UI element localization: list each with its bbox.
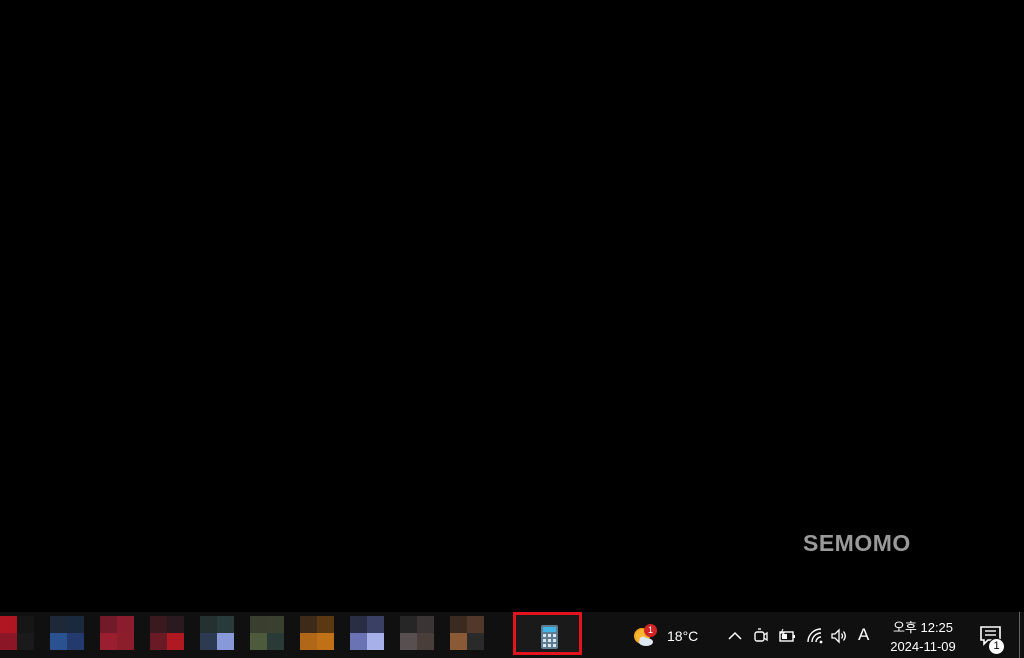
mosaic-block xyxy=(0,616,17,633)
mosaic-block xyxy=(0,633,17,650)
chevron-up-icon[interactable] xyxy=(726,627,744,645)
clock-time: 오후 12:25 xyxy=(892,620,954,635)
desktop: SEMOMO xyxy=(0,0,1024,612)
mosaic-block xyxy=(200,633,217,650)
mosaic-block xyxy=(167,633,184,650)
mosaic-block xyxy=(167,616,184,633)
mosaic-block xyxy=(250,616,267,633)
clock-date: 2024-11-09 xyxy=(890,639,956,654)
taskbar-app-7[interactable] xyxy=(300,614,334,656)
taskbar-app-9[interactable] xyxy=(400,614,434,656)
battery-icon[interactable] xyxy=(778,627,796,645)
mosaic-block xyxy=(400,633,417,650)
mosaic-block xyxy=(17,633,34,650)
taskbar-app-10[interactable] xyxy=(450,614,484,656)
mosaic-block xyxy=(67,616,84,633)
mosaic-block xyxy=(267,616,284,633)
mosaic-block xyxy=(67,633,84,650)
mosaic-block xyxy=(200,616,217,633)
taskbar-app-1[interactable] xyxy=(0,614,34,656)
mosaic-block xyxy=(267,633,284,650)
notification-count-badge: 1 xyxy=(988,638,1005,655)
mosaic-block xyxy=(350,633,367,650)
mosaic-block xyxy=(367,616,384,633)
taskbar-app-6[interactable] xyxy=(250,614,284,656)
taskbar-app-4[interactable] xyxy=(150,614,184,656)
mosaic-block xyxy=(367,633,384,650)
mosaic-block xyxy=(400,616,417,633)
meet-now-icon[interactable] xyxy=(751,627,769,645)
mosaic-block xyxy=(117,633,134,650)
mosaic-block xyxy=(317,616,334,633)
mosaic-block xyxy=(50,616,67,633)
mosaic-block xyxy=(317,633,334,650)
calculator-icon xyxy=(541,625,558,649)
mosaic-block xyxy=(117,616,134,633)
volume-icon[interactable] xyxy=(830,627,848,645)
watermark: SEMOMO xyxy=(803,530,911,556)
mosaic-block xyxy=(100,633,117,650)
ime-indicator[interactable]: A xyxy=(858,625,869,645)
taskbar-app-3[interactable] xyxy=(100,614,134,656)
taskbar-calculator-button[interactable] xyxy=(513,612,582,655)
mosaic-block xyxy=(417,633,434,650)
mosaic-block xyxy=(300,616,317,633)
temperature: 18°C xyxy=(667,628,699,644)
mosaic-block xyxy=(150,616,167,633)
mosaic-block xyxy=(250,633,267,650)
wifi-icon[interactable] xyxy=(806,627,824,645)
mosaic-block xyxy=(300,633,317,650)
pinned-apps xyxy=(0,612,512,658)
taskbar-app-2[interactable] xyxy=(50,614,84,656)
mosaic-block xyxy=(217,633,234,650)
mosaic-block xyxy=(17,616,34,633)
taskbar: 1 18°C A 오후 12:25 2024-11-09 1 xyxy=(0,612,1024,658)
mosaic-block xyxy=(150,633,167,650)
mosaic-block xyxy=(467,616,484,633)
mosaic-block xyxy=(450,633,467,650)
mosaic-block xyxy=(417,616,434,633)
taskbar-app-8[interactable] xyxy=(350,614,384,656)
mosaic-block xyxy=(217,616,234,633)
show-desktop-button[interactable] xyxy=(1019,612,1020,658)
weather-badge: 1 xyxy=(644,624,657,637)
mosaic-block xyxy=(467,633,484,650)
mosaic-block xyxy=(50,633,67,650)
mosaic-block xyxy=(100,616,117,633)
mosaic-block xyxy=(350,616,367,633)
mosaic-block xyxy=(450,616,467,633)
taskbar-app-5[interactable] xyxy=(200,614,234,656)
clock[interactable]: 오후 12:25 2024-11-09 xyxy=(882,618,964,656)
